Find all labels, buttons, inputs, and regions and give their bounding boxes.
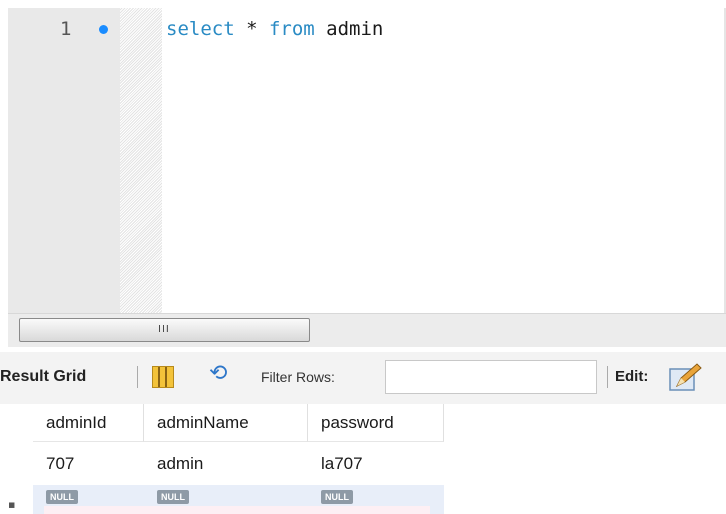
cropped-heading-strip [0, 0, 726, 8]
edit-label: Edit: [615, 368, 649, 385]
code-table-name: admin [314, 18, 384, 40]
keyword-select: select [166, 18, 235, 40]
null-badge: NULL [321, 490, 353, 504]
sql-code-line[interactable]: select * from admin [166, 18, 383, 40]
table-cell[interactable]: la707 [308, 443, 444, 485]
filter-rows-input[interactable] [385, 360, 597, 394]
scrollbar-grip: III [158, 324, 170, 335]
row-selector-column: ▪ [0, 404, 33, 514]
column-header-adminid[interactable]: adminId [33, 404, 144, 442]
filter-rows-label: Filter Rows: [261, 369, 335, 385]
result-grid-tab[interactable]: Result Grid [0, 368, 86, 386]
toolbar-divider [607, 366, 608, 388]
status-highlight-bar [44, 506, 430, 514]
result-toolbar: Result Grid ⟲ Filter Rows: Edit: [0, 352, 726, 404]
row-pointer-icon: ▪ [8, 498, 16, 511]
grid-view-icon[interactable] [152, 366, 174, 388]
column-header-password[interactable]: password [308, 404, 444, 442]
table-cell[interactable]: admin [144, 443, 308, 485]
editor-margin [120, 8, 162, 313]
column-header-adminname[interactable]: adminName [144, 404, 308, 442]
refresh-icon[interactable]: ⟲ [209, 363, 227, 385]
code-star: * [234, 18, 269, 40]
statement-marker-icon [99, 25, 108, 34]
keyword-from: from [268, 18, 315, 40]
table-cell[interactable]: 707 [33, 443, 144, 485]
line-number: 1 [60, 18, 72, 40]
result-grid: ▪ adminId adminName password 707 admin l… [0, 404, 444, 514]
sql-editor[interactable]: 1 select * from admin [8, 8, 726, 313]
toolbar-divider [137, 366, 138, 388]
line-number-gutter [8, 8, 120, 313]
horizontal-scrollbar[interactable]: III [8, 313, 726, 347]
null-badge: NULL [46, 490, 78, 504]
null-badge: NULL [157, 490, 189, 504]
scrollbar-thumb[interactable]: III [19, 318, 310, 342]
edit-pencil-icon[interactable] [669, 362, 703, 392]
